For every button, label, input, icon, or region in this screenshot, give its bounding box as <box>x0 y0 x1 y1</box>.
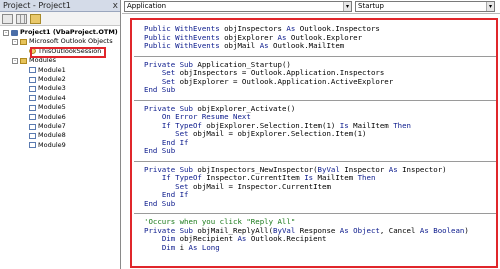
tree-item-label: Module4 <box>38 93 66 102</box>
tree-item[interactable]: - Microsoft Outlook Objects <box>0 37 120 46</box>
code-keyword: Then <box>357 173 376 182</box>
toggle-folders-button[interactable] <box>30 13 41 24</box>
module-icon <box>29 95 36 102</box>
procedure-dropdown[interactable]: Startup ▾ <box>355 1 495 12</box>
module-icon <box>29 86 36 93</box>
tree-item[interactable]: Module9 <box>0 141 120 150</box>
tree-item-label: Microsoft Outlook Objects <box>29 37 113 46</box>
procedure-separator <box>134 213 496 214</box>
module-icon <box>29 104 36 111</box>
code-line: End Sub <box>144 85 496 95</box>
tree-item[interactable]: Module2 <box>0 75 120 84</box>
code-line: End Sub <box>144 198 496 209</box>
tree-item-label: Module6 <box>38 112 66 121</box>
tree-item-label: Module9 <box>38 140 66 149</box>
module-icon <box>29 67 36 74</box>
project-toolbar <box>0 12 120 26</box>
code-editor[interactable]: Public WithEvents objInspectors As Outlo… <box>132 20 496 252</box>
code-text: Inspector) <box>397 164 447 174</box>
chevron-down-icon[interactable]: ▾ <box>486 2 494 11</box>
tree-item[interactable]: Module7 <box>0 122 120 131</box>
code-text: Outlook.Recipient <box>246 234 327 243</box>
code-text: objMail = Inspector.CurrentItem <box>188 181 331 191</box>
code-line: End Sub <box>144 146 496 156</box>
procedure-separator <box>134 55 496 57</box>
code-text: objMail = objExplorer.Selection.Item(1) <box>188 129 367 138</box>
code-keyword: Public WithEvents <box>144 41 220 50</box>
module-icon <box>29 76 36 83</box>
code-window-header: Application ▾ Startup ▾ <box>122 0 500 14</box>
code-text: i <box>175 242 189 252</box>
code-line: End If <box>144 190 496 200</box>
tree-expander-icon[interactable]: - <box>3 29 9 36</box>
code-text: Outlook.MailItem <box>268 41 345 50</box>
tree-item[interactable]: Module5 <box>0 103 120 112</box>
tree-item-label: Module3 <box>38 84 66 93</box>
code-highlight-box: Public WithEvents objInspectors As Outlo… <box>130 18 498 268</box>
object-dropdown[interactable]: Application ▾ <box>124 1 352 12</box>
module-icon <box>29 142 36 149</box>
code-line: Set objExplorer = Outlook.Application.Ac… <box>144 76 496 87</box>
tree-item[interactable]: Module8 <box>0 131 120 140</box>
code-keyword: As <box>388 164 398 174</box>
code-line: Set objMail = objExplorer.Selection.Item… <box>144 129 496 139</box>
code-text: objMail <box>219 41 260 50</box>
procedure-separator <box>134 160 496 162</box>
folder-icon <box>20 57 27 64</box>
code-keyword: End Sub <box>144 146 176 155</box>
module-icon <box>29 114 36 121</box>
tree-item[interactable]: Module4 <box>0 94 120 103</box>
folder-icon <box>20 39 27 46</box>
tree-item-label: Module8 <box>38 131 66 140</box>
code-text: , Cancel <box>379 225 420 235</box>
tree-item-label: Project1 (VbaProject.OTM) <box>20 28 118 36</box>
close-icon[interactable]: x <box>113 0 118 12</box>
tree-item-label: Module1 <box>38 65 66 74</box>
object-dropdown-value: Application <box>127 2 167 10</box>
procedure-dropdown-value: Startup <box>358 2 384 10</box>
code-window: Application ▾ Startup ▾ Public WithEvent… <box>122 0 500 269</box>
view-object-button[interactable] <box>16 13 27 24</box>
session-highlight-box <box>30 47 106 58</box>
project-explorer: Project - Project1 x - Project1 (VbaProje… <box>0 0 121 269</box>
code-keyword: As Long <box>188 242 220 252</box>
code-keyword: As <box>259 41 269 50</box>
tree-item-label: Module2 <box>38 74 66 83</box>
code-text: objExplorer = Outlook.Application.Active… <box>175 76 394 86</box>
view-code-button[interactable] <box>2 13 13 24</box>
code-keyword: As Object <box>339 225 380 235</box>
tree-expander-icon[interactable]: - <box>12 57 18 64</box>
module-icon <box>29 132 36 139</box>
chevron-down-icon[interactable]: ▾ <box>343 2 351 11</box>
project-explorer-titlebar: Project - Project1 x <box>0 0 120 12</box>
code-keyword: As Boolean <box>419 225 465 235</box>
tree-item[interactable]: Module6 <box>0 113 120 122</box>
project-explorer-title: Project - Project1 <box>3 1 71 10</box>
code-line: Set objMail = Inspector.CurrentItem <box>144 181 496 192</box>
code-keyword: Dim <box>161 242 176 252</box>
code-keyword: End Sub <box>144 198 176 208</box>
code-keyword: End Sub <box>144 85 176 94</box>
code-line: End If <box>144 138 496 148</box>
project-icon <box>11 29 18 36</box>
code-line: Public WithEvents objMail As Outlook.Mai… <box>144 41 496 51</box>
project-tree: - Project1 (VbaProject.OTM) - Microsoft Out… <box>0 26 120 150</box>
code-text: ) <box>464 225 469 235</box>
tree-item[interactable]: Module1 <box>0 66 120 75</box>
module-icon <box>29 123 36 130</box>
tree-item-label: Module5 <box>38 103 66 112</box>
tree-item-label: Module7 <box>38 121 66 130</box>
code-keyword: Then <box>393 120 412 130</box>
tree-item[interactable]: - Project1 (VbaProject.OTM) <box>0 28 120 37</box>
procedure-separator <box>134 99 496 101</box>
code-line: Dim i As Long <box>144 242 496 253</box>
tree-expander-icon[interactable]: - <box>12 39 18 46</box>
tree-item[interactable]: Module3 <box>0 84 120 93</box>
